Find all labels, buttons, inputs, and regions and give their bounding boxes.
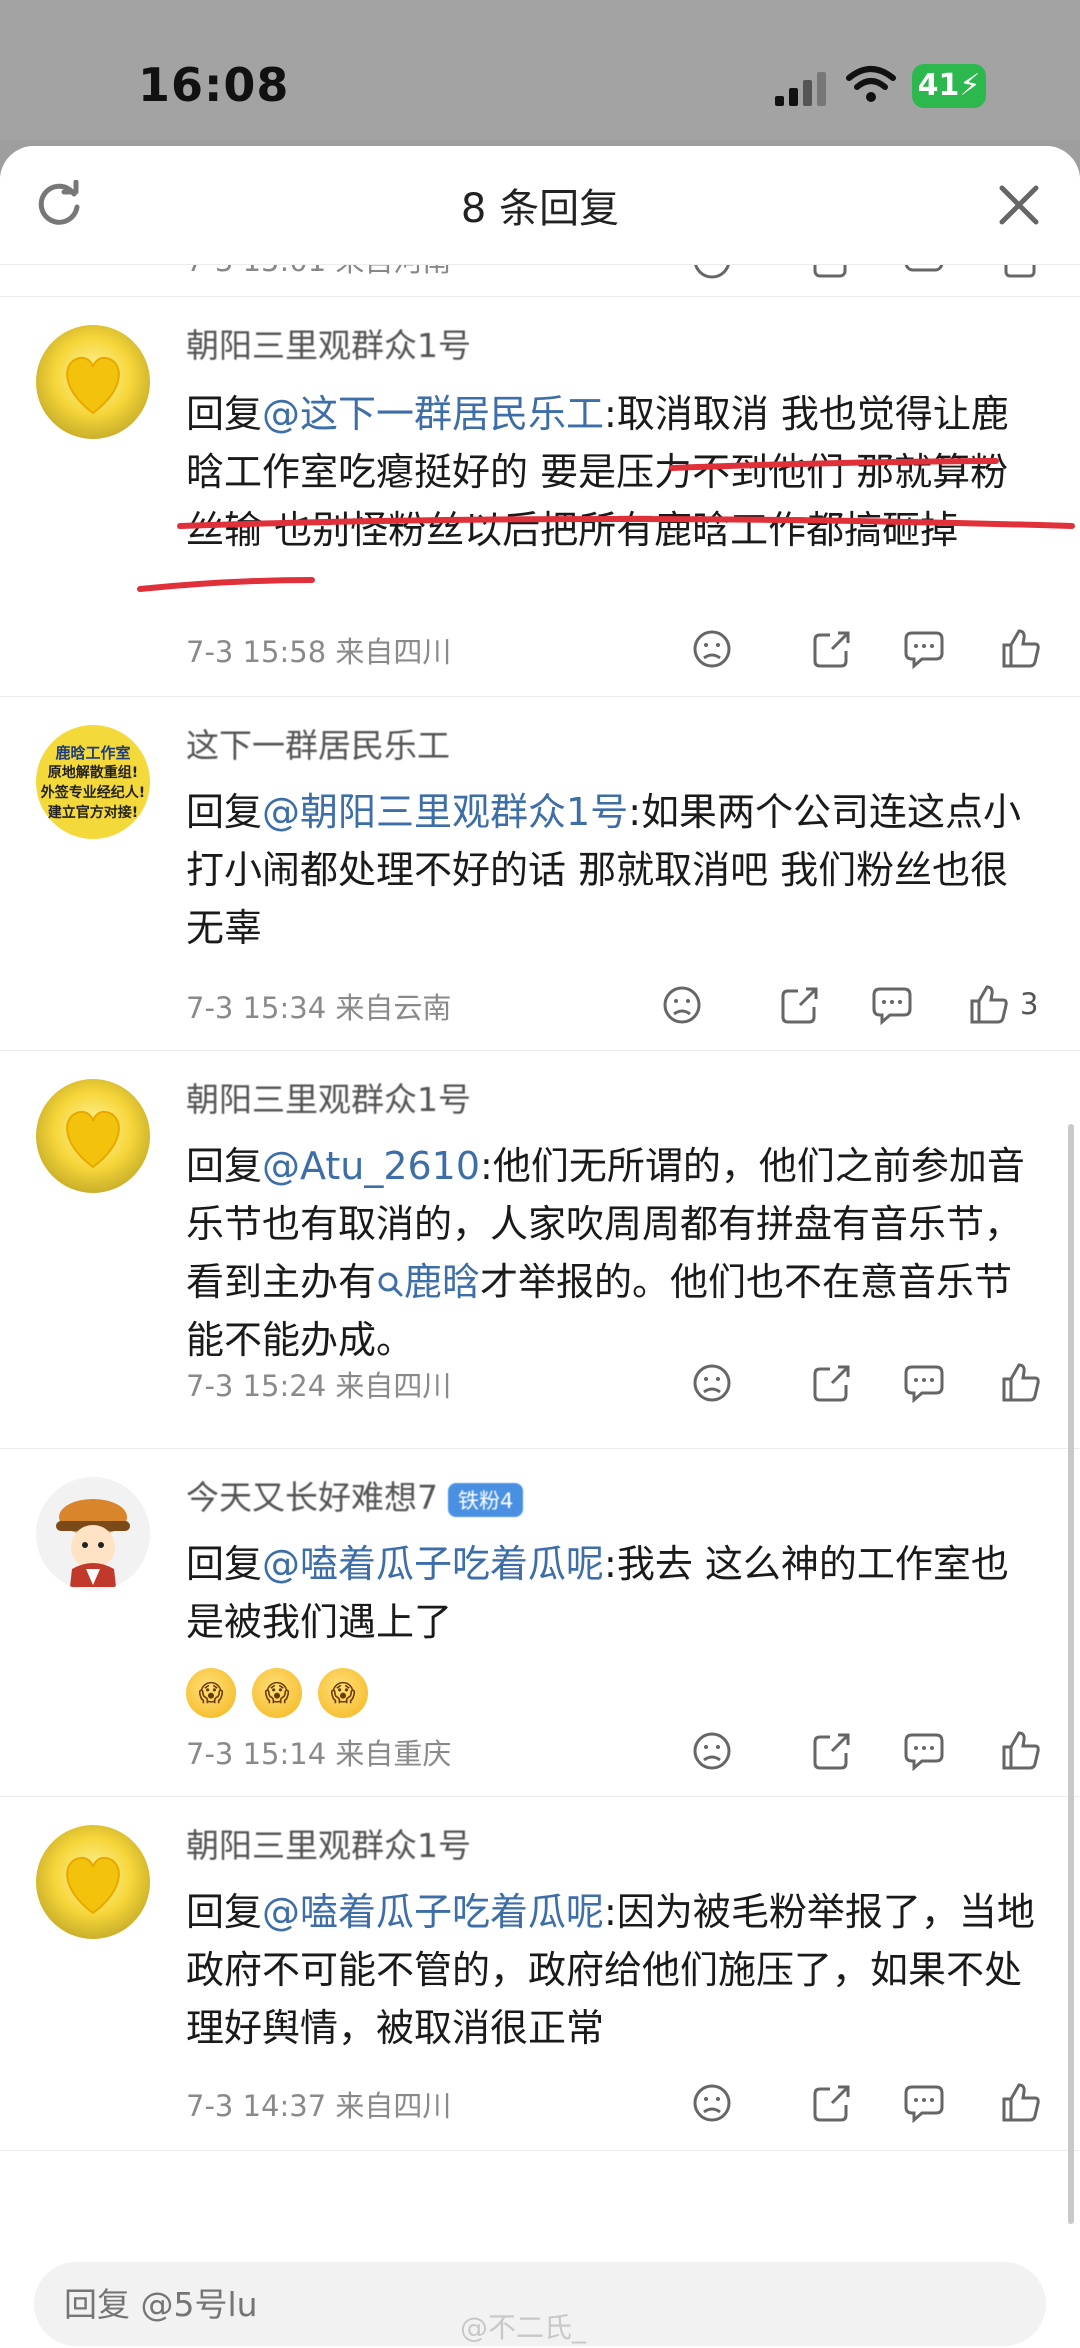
like-icon[interactable] bbox=[998, 1361, 1042, 1405]
reply-icon[interactable] bbox=[902, 627, 946, 671]
avatar-text: 原地解散重组! bbox=[47, 765, 139, 781]
mention-link[interactable]: @嗑着瓜子吃着瓜呢 bbox=[262, 1890, 604, 1934]
list-item: 朝阳三里观群众1号 回复@Atu_2610:他们无所谓的，他们之前参加音乐节也有… bbox=[0, 1050, 1080, 1449]
list-item: 朝阳三里观群众1号 回复@嗑着瓜子吃着瓜呢:因为被毛粉举报了，当地政府不可能不管… bbox=[0, 1796, 1080, 2151]
search-icon bbox=[378, 1272, 403, 1297]
avatar-text: 建立官方对接! bbox=[47, 805, 139, 821]
mention-link[interactable]: @嗑着瓜子吃着瓜呢 bbox=[262, 1542, 604, 1586]
list-item: 今天又长好难想7 铁粉4 回复@嗑着瓜子吃着瓜呢:我去 这么神的工作室也是被我们遇… bbox=[0, 1448, 1080, 1797]
reply-icon[interactable] bbox=[902, 1361, 946, 1405]
comment-actions: 3 bbox=[0, 983, 1080, 1033]
share-icon[interactable] bbox=[810, 627, 854, 671]
comment-text: 回复@朝阳三里观群众1号:如果两个公司连这点小打小闹都处理不好的话 那就取消吧 … bbox=[186, 783, 1046, 957]
watermark: @不二氏_ bbox=[460, 2311, 587, 2344]
reply-keyword: 回复 bbox=[186, 1890, 263, 1934]
heart-icon bbox=[66, 1110, 120, 1169]
comment-actions bbox=[0, 264, 1080, 288]
search-topic-link[interactable]: 鹿晗 bbox=[376, 1260, 480, 1304]
like-count: 3 bbox=[1020, 987, 1039, 1021]
avatar[interactable]: 鹿晗工作室 原地解散重组! 外签专业经纪人! 建立官方对接! bbox=[36, 725, 150, 839]
username[interactable]: 朝阳三里观群众1号 bbox=[186, 1073, 471, 1121]
username-text: 今天又长好难想7 bbox=[186, 1478, 438, 1517]
username[interactable]: 朝阳三里观群众1号 bbox=[186, 319, 471, 367]
battery-level: 41 bbox=[917, 68, 960, 103]
dislike-icon[interactable] bbox=[690, 1729, 734, 1773]
reply-icon[interactable] bbox=[902, 264, 946, 282]
share-icon[interactable] bbox=[810, 264, 854, 282]
search-topic-text: 鹿晗 bbox=[404, 1260, 481, 1304]
like-icon[interactable] bbox=[998, 627, 1042, 671]
close-icon[interactable] bbox=[996, 182, 1042, 228]
username[interactable]: 朝阳三里观群众1号 bbox=[186, 1819, 471, 1867]
emoji-icon: 😱 bbox=[318, 1668, 368, 1718]
heart-icon bbox=[66, 356, 120, 415]
reply-keyword: 回复 bbox=[186, 392, 263, 436]
reply-keyword: 回复 bbox=[186, 1144, 263, 1188]
reply-list[interactable]: 7-3 15:01 来自河南 朝阳三里观群众1号 回复@这下一群居民乐工:取消取… bbox=[0, 264, 1080, 2262]
mention-link[interactable]: @这下一群居民乐工 bbox=[262, 392, 604, 436]
comment-actions bbox=[0, 627, 1080, 677]
dislike-icon[interactable] bbox=[690, 2081, 734, 2125]
share-icon[interactable] bbox=[810, 1361, 854, 1405]
sheet-title: 8 条回复 bbox=[460, 186, 620, 232]
dislike-icon[interactable] bbox=[690, 627, 734, 671]
fan-badge: 铁粉4 bbox=[448, 1482, 524, 1517]
mention-link[interactable]: @朝阳三里观群众1号 bbox=[262, 790, 628, 834]
like-icon[interactable] bbox=[966, 983, 1010, 1027]
reply-icon[interactable] bbox=[902, 2081, 946, 2125]
comment-actions bbox=[0, 1361, 1080, 1411]
cartoon-avatar-icon bbox=[56, 1499, 130, 1587]
share-icon[interactable] bbox=[810, 2081, 854, 2125]
avatar[interactable] bbox=[36, 1079, 150, 1193]
scrollbar[interactable] bbox=[1068, 1124, 1074, 2224]
like-icon[interactable] bbox=[998, 264, 1042, 282]
avatar-text: 鹿晗工作室 bbox=[55, 744, 131, 762]
avatar[interactable] bbox=[36, 1477, 150, 1591]
like-icon[interactable] bbox=[998, 1729, 1042, 1773]
comment-actions bbox=[0, 1729, 1080, 1779]
reply-keyword: 回复 bbox=[186, 1542, 263, 1586]
like-icon[interactable] bbox=[998, 2081, 1042, 2125]
comment-actions bbox=[0, 2081, 1080, 2131]
reply-icon[interactable] bbox=[902, 1729, 946, 1773]
comment-text: 回复@嗑着瓜子吃着瓜呢:我去 这么神的工作室也是被我们遇上了 😱 😱 😱 bbox=[186, 1535, 1046, 1718]
reply-keyword: 回复 bbox=[186, 790, 263, 834]
avatar[interactable] bbox=[36, 325, 150, 439]
mention-link[interactable]: @Atu_2610 bbox=[262, 1144, 480, 1188]
sheet-header: 8 条回复 bbox=[0, 146, 1080, 265]
status-time: 16:08 bbox=[138, 58, 290, 112]
username[interactable]: 今天又长好难想7 铁粉4 bbox=[186, 1471, 524, 1519]
emoji-icon: 😱 bbox=[186, 1668, 236, 1718]
heart-icon bbox=[66, 1856, 120, 1915]
signal-icon bbox=[775, 72, 826, 106]
emoji-icon: 😱 bbox=[252, 1668, 302, 1718]
comment-text: 回复@嗑着瓜子吃着瓜呢:因为被毛粉举报了，当地政府不可能不管的，政府给他们施压了… bbox=[186, 1883, 1046, 2057]
battery-indicator: 41⚡ bbox=[912, 64, 986, 108]
list-item-cut: 7-3 15:01 来自河南 bbox=[0, 264, 1080, 294]
avatar[interactable] bbox=[36, 1825, 150, 1939]
dislike-icon[interactable] bbox=[690, 264, 734, 282]
reply-icon[interactable] bbox=[870, 983, 914, 1027]
list-item: 鹿晗工作室 原地解散重组! 外签专业经纪人! 建立官方对接! 这下一群居民乐工 … bbox=[0, 696, 1080, 1051]
dislike-icon[interactable] bbox=[660, 983, 704, 1027]
comment-text: 回复@这下一群居民乐工:取消取消 我也觉得让鹿晗工作室吃瘪挺好的 要是压力不到他… bbox=[186, 385, 1046, 559]
comment-text: 回复@Atu_2610:他们无所谓的，他们之前参加音乐节也有取消的，人家吹周周都… bbox=[186, 1137, 1046, 1369]
username[interactable]: 这下一群居民乐工 bbox=[186, 719, 450, 767]
avatar-text: 外签专业经纪人! bbox=[40, 785, 146, 801]
share-icon[interactable] bbox=[778, 983, 822, 1027]
list-item: 朝阳三里观群众1号 回复@这下一群居民乐工:取消取消 我也觉得让鹿晗工作室吃瘪挺… bbox=[0, 296, 1080, 697]
status-bar: 16:08 41⚡ bbox=[0, 0, 1080, 140]
dislike-icon[interactable] bbox=[690, 1361, 734, 1405]
replies-sheet: 8 条回复 7-3 15:01 来自河南 朝阳三里观群众1号 回复@这下一群居 bbox=[0, 146, 1080, 2348]
list-divider bbox=[0, 2150, 1080, 2262]
wifi-icon bbox=[846, 66, 896, 102]
share-icon[interactable] bbox=[810, 1729, 854, 1773]
